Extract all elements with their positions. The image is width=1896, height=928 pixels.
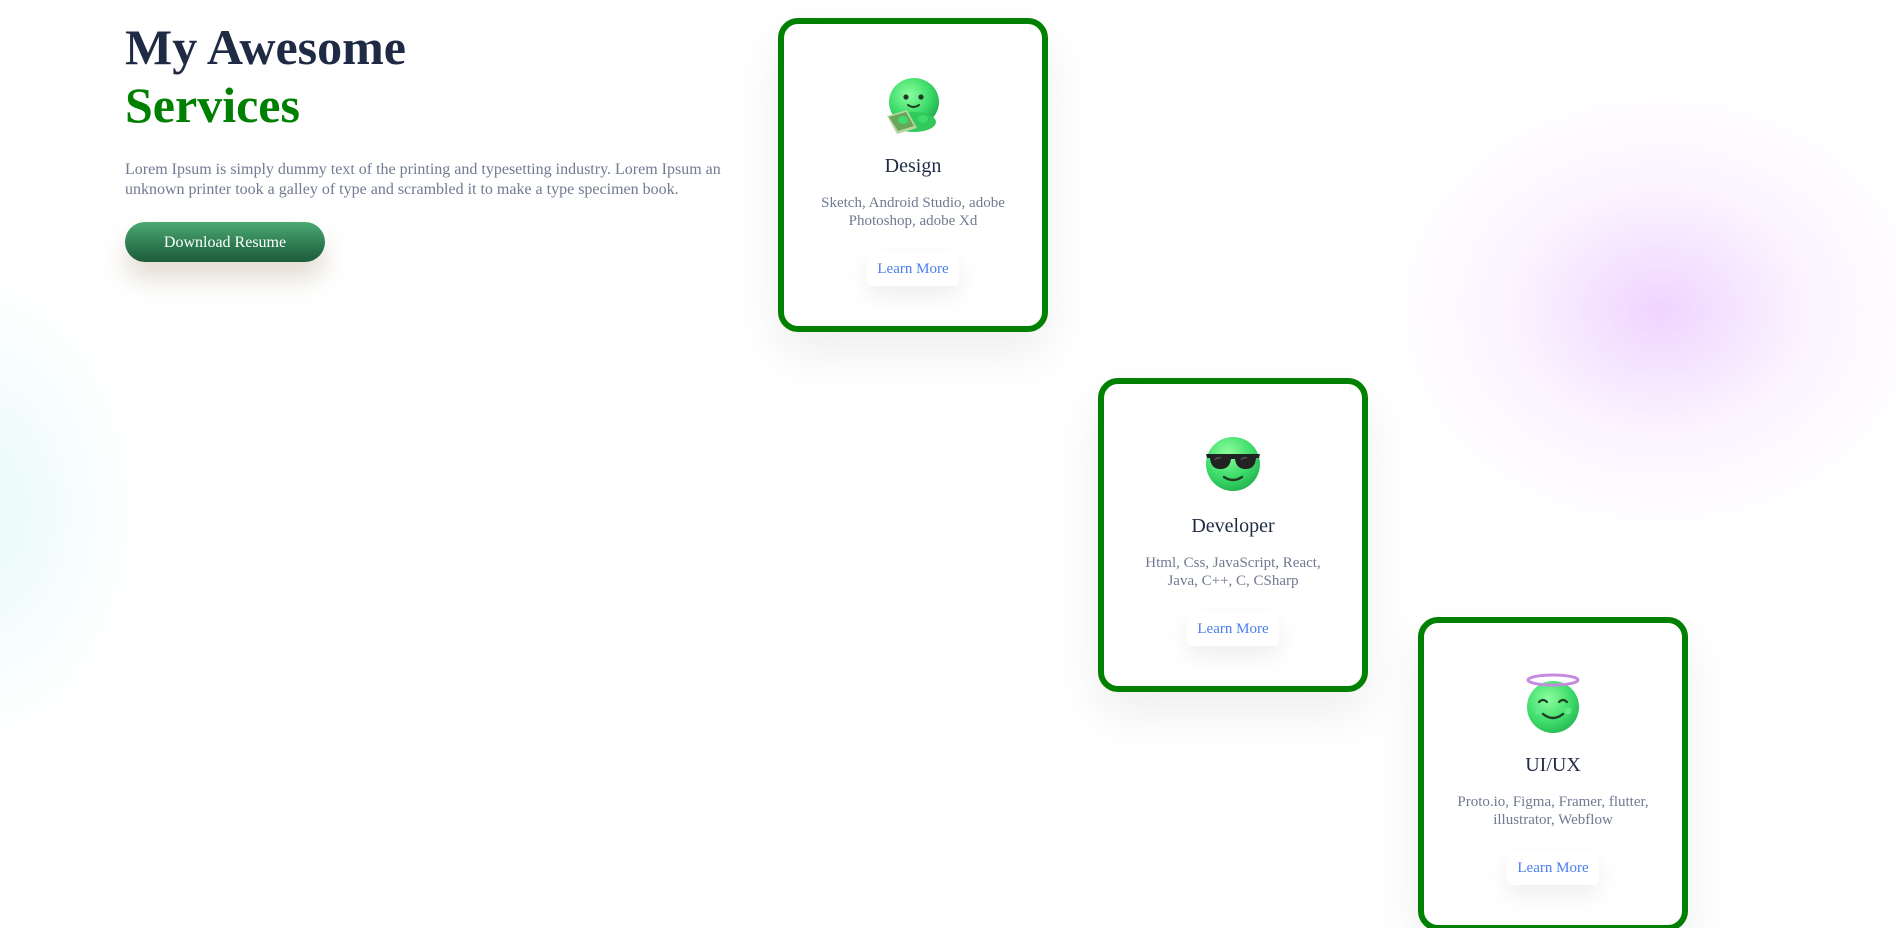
page-title-highlight: Services (125, 77, 300, 133)
download-resume-button[interactable]: Download Resume (125, 222, 325, 262)
learn-more-button-developer[interactable]: Learn More (1187, 612, 1279, 646)
card-title: UI/UX (1525, 754, 1581, 776)
service-card-developer: Developer Html, Css, JavaScript, React, … (1098, 378, 1368, 692)
card-description: Proto.io, Figma, Framer, flutter, illust… (1457, 794, 1649, 828)
green-emoji-sunglasses-icon (1206, 437, 1260, 491)
card-description: Html, Css, JavaScript, React, Java, C++,… (1145, 555, 1321, 589)
learn-more-button-ui-ux[interactable]: Learn More (1507, 851, 1599, 885)
green-emoji-halo-icon (1526, 673, 1580, 733)
learn-more-button-design[interactable]: Learn More (867, 252, 959, 286)
background-glow-cyan (0, 280, 140, 740)
services-intro: My Awesome Services Lorem Ipsum is simpl… (125, 18, 755, 262)
services-page: My Awesome Services Lorem Ipsum is simpl… (0, 0, 1896, 928)
intro-description: Lorem Ipsum is simply dummy text of the … (125, 161, 721, 198)
service-card-ui-ux: UI/UX Proto.io, Figma, Framer, flutter, … (1418, 617, 1688, 928)
service-card-design: Design Sketch, Android Studio, adobe Pho… (778, 18, 1048, 332)
background-glow-purple (1380, 80, 1896, 540)
page-title: My Awesome (125, 19, 406, 75)
green-emoji-holding-tablet-icon (887, 78, 939, 134)
card-title: Design (884, 155, 942, 177)
card-title: Developer (1191, 515, 1275, 537)
card-description: Sketch, Android Studio, adobe Photoshop,… (821, 195, 1005, 229)
